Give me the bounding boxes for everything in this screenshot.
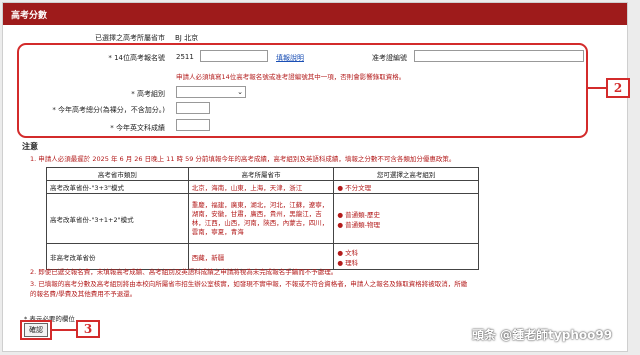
group-select[interactable]: ⌄	[176, 86, 246, 98]
table-header-category: 高考省市類別	[46, 167, 189, 181]
english-score-input[interactable]	[176, 119, 210, 131]
note-3a: 3. 已填報的高考分數及高考組別將由本校向所屬省市招生辦公室核實，如發現不實申報…	[30, 280, 468, 288]
admission-no-input[interactable]	[414, 50, 584, 62]
group-label: * 高考組別	[131, 90, 165, 98]
table-header-group: 您可選擇之高考組別	[333, 167, 479, 181]
province-label: 已選擇之高考所屬省市	[95, 34, 165, 42]
notes-title: 注意	[22, 142, 38, 151]
watermark-text: 頭条 @鍾老師typhoo99	[472, 328, 613, 342]
annotation-connector-3	[52, 329, 76, 331]
annotation-label-2: 2	[606, 78, 630, 98]
admission-no-label: 准考證編號	[372, 54, 407, 62]
table-cell-category: 高考改革省份-"3+1+2"模式	[46, 193, 189, 244]
page-title: 高考分數	[3, 3, 627, 25]
annotation-label-3: 3	[76, 320, 100, 338]
exam-no-label: * 14位高考報名號	[108, 54, 165, 62]
note-2: 2. 即使已遞交報名費，未填報高考成績、高考組別及英語科成績之申請將視為未完成報…	[30, 268, 338, 276]
table-cell-provinces: 重慶，福建，廣東，湖北，河北，江蘇，遼寧，湖南，安徽，甘肅，廣西，貴州，黑龍江，…	[187, 193, 335, 244]
annotation-connector-2	[588, 87, 608, 89]
table-cell-provinces: 西藏，新疆	[187, 243, 335, 270]
english-score-label: * 今年英文科成績	[110, 124, 165, 132]
table-cell-groups: ● 普通類-歷史 ● 普通類-物理	[333, 193, 479, 244]
table-row: 高考改革省份-"3+3"模式 北京，海南，山東，上海，天津，浙江 ● 不分文理	[46, 180, 479, 194]
group-option: 普通類-物理	[345, 220, 380, 229]
table-cell-groups: ● 不分文理	[333, 180, 479, 194]
province-group-table: 高考省市類別 高考所屬省市 您可選擇之高考組別 高考改革省份-"3+3"模式 北…	[46, 167, 479, 270]
fill-help-link[interactable]: 填報說明	[276, 53, 304, 63]
total-score-label: * 今年高考總分(為裸分，不含加分。)	[52, 106, 165, 114]
exam-no-prefix: 2511	[176, 53, 194, 61]
table-row: 非高考改革省份 西藏，新疆 ● 文科 ● 理科	[46, 243, 479, 270]
note-3b: 的報名費/學費及其他費用不予退還。	[30, 290, 137, 298]
group-option: 理科	[345, 258, 359, 267]
group-option: 普通類-歷史	[345, 210, 380, 219]
table-cell-category: 非高考改革省份	[46, 243, 189, 270]
table-header-province: 高考所屬省市	[187, 167, 335, 181]
total-score-input[interactable]	[176, 102, 210, 114]
province-value: BJ 北京	[175, 34, 199, 42]
table-cell-category: 高考改革省份-"3+3"模式	[46, 180, 189, 194]
exam-no-warning: 申請人必須填寫14位高考報名號或准考證編號其中一項，否則會影響錄取資格。	[176, 73, 406, 81]
table-row: 高考改革省份-"3+1+2"模式 重慶，福建，廣東，湖北，河北，江蘇，遼寧，湖南…	[46, 193, 479, 244]
table-cell-provinces: 北京，海南，山東，上海，天津，浙江	[187, 180, 335, 194]
chevron-down-icon: ⌄	[237, 88, 243, 96]
exam-no-input[interactable]	[200, 50, 268, 62]
group-option: 不分文理	[345, 184, 372, 192]
group-option: 文科	[345, 248, 359, 257]
table-cell-groups: ● 文科 ● 理科	[333, 243, 479, 270]
note-1: 1. 申請人必須最遲於 2025 年 6 月 26 日晚上 11 時 59 分前…	[30, 155, 456, 163]
confirm-button[interactable]: 確認	[24, 323, 48, 337]
